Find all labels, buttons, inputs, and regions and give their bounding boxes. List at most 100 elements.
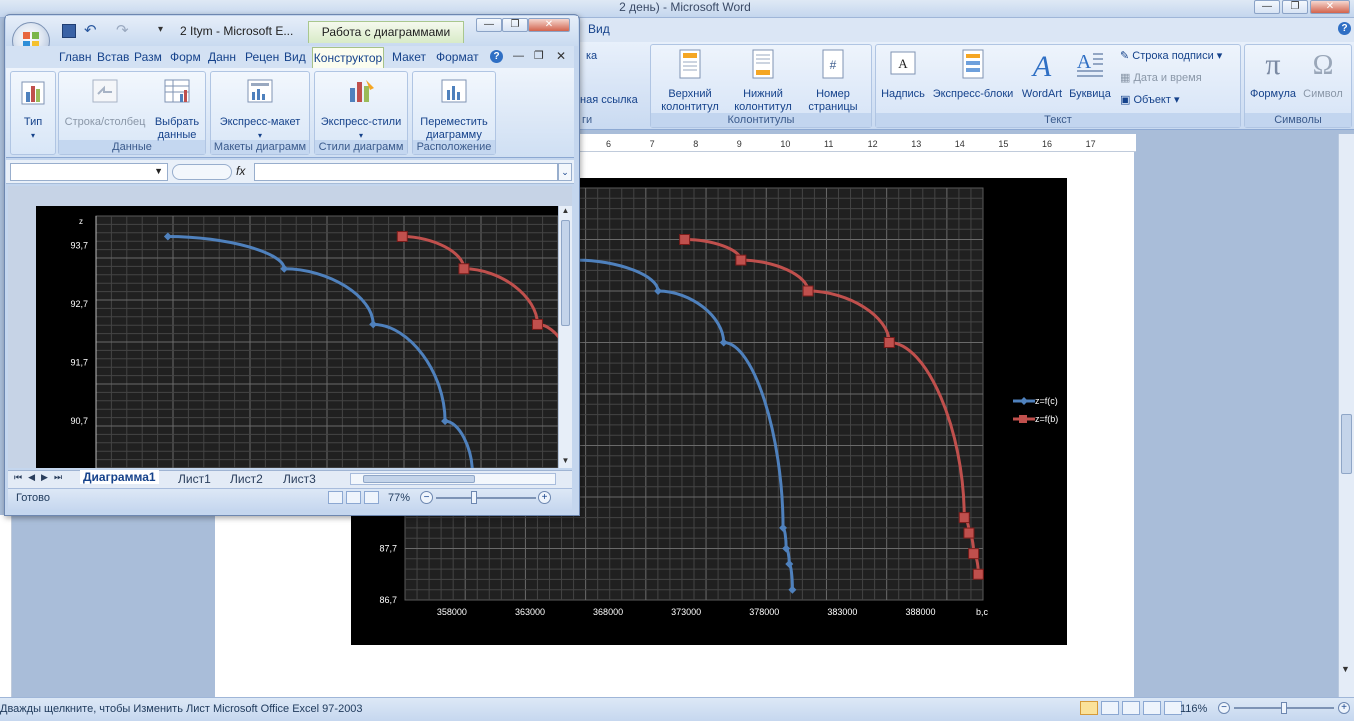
sheet-tab-chart1[interactable]: Диаграмма1	[80, 470, 159, 484]
sheet-tab-list2[interactable]: Лист2	[230, 472, 263, 486]
signature-line-button[interactable]: ✎ Строка подписи ▾	[1120, 49, 1222, 62]
select-data-button[interactable]: Выбрать данные	[150, 76, 204, 142]
excel-scroll-up-icon[interactable]: ▲	[559, 206, 572, 215]
workbook-restore-icon[interactable]: ❐	[534, 49, 544, 62]
move-chart-button[interactable]: Переместить диаграмму	[414, 76, 494, 142]
dropcap-button[interactable]: A Буквица	[1066, 48, 1114, 101]
word-zoom-level[interactable]: 116%	[1180, 703, 1207, 715]
word-window-title: 2 день) - Microsoft Word	[619, 0, 751, 14]
excel-help-icon[interactable]: ?	[490, 50, 503, 63]
excel-zoom-thumb[interactable]	[471, 491, 477, 504]
word-help-icon[interactable]: ?	[1338, 22, 1351, 35]
tab-page-layout[interactable]: Разм	[134, 50, 162, 64]
word-vertical-scrollbar[interactable]: ▼	[1338, 134, 1354, 697]
redo-icon[interactable]: ↷	[116, 21, 129, 39]
ruler-tick-label: 15	[998, 139, 1009, 149]
workbook-close-icon[interactable]: ✕	[556, 49, 566, 63]
word-maximize-button[interactable]: ❐	[1282, 0, 1308, 14]
tab-view[interactable]: Вид	[284, 50, 306, 64]
excel-close-button[interactable]: ✕	[528, 18, 570, 32]
save-icon[interactable]	[62, 24, 76, 38]
excel-hscroll-thumb[interactable]	[363, 475, 475, 483]
footer-icon	[752, 49, 774, 79]
tab-format[interactable]: Формат	[436, 50, 479, 64]
word-close-button[interactable]: ✕	[1310, 0, 1350, 14]
excel-zoom-out-icon[interactable]: −	[420, 491, 433, 504]
word-minimize-button[interactable]: —	[1254, 0, 1280, 14]
data-point-square	[972, 568, 984, 580]
symbol-button[interactable]: Ω Символ	[1300, 48, 1346, 101]
name-box-dropdown-icon[interactable]: ▼	[154, 166, 163, 176]
page-number-button[interactable]: # Номер страницы	[802, 48, 864, 114]
print-layout-view-icon[interactable]	[1080, 701, 1098, 715]
outline-view-icon[interactable]	[1143, 701, 1162, 715]
horizontal-ruler[interactable]	[580, 134, 1136, 152]
tab-formulas[interactable]: Форм	[170, 50, 201, 64]
web-layout-view-icon[interactable]	[1122, 701, 1141, 715]
quick-layout-button[interactable]: Экспресс-макет ▾	[212, 76, 308, 142]
zoom-in-icon[interactable]: +	[1338, 702, 1350, 714]
formula-bar-splitter[interactable]	[172, 164, 232, 180]
ruler-tick-label: 10	[780, 139, 791, 149]
quick-styles-button[interactable]: Экспресс-стили ▾	[316, 76, 406, 142]
quick-parts-button-label: Экспресс-блоки	[932, 88, 1014, 100]
textbox-button[interactable]: A Надпись	[878, 48, 928, 101]
tab-insert[interactable]: Встав	[97, 50, 129, 64]
excel-chart[interactable]: z 93,7 92,7 91,7 90,7	[36, 206, 558, 468]
page-layout-view-icon[interactable]	[346, 491, 362, 504]
tab-design[interactable]: Конструктор	[312, 47, 384, 69]
sheet-tab-list3[interactable]: Лист3	[283, 472, 316, 486]
word-scroll-thumb[interactable]	[1341, 414, 1352, 474]
page-break-view-icon[interactable]	[364, 491, 380, 504]
expand-formula-bar-icon[interactable]: ⌄	[558, 163, 572, 181]
change-chart-type-button[interactable]: Тип ▾	[12, 76, 54, 142]
change-chart-type-label: Тип	[23, 116, 43, 128]
name-box[interactable]: ▼	[10, 163, 168, 181]
excel-vertical-scrollbar[interactable]: ▲ ▼	[558, 206, 572, 468]
insert-function-icon[interactable]: fx	[236, 164, 245, 178]
excel-zoom-in-icon[interactable]: +	[538, 491, 551, 504]
excel-scroll-down-icon[interactable]: ▼	[559, 456, 572, 465]
header-icon	[679, 49, 701, 79]
word-tab-view[interactable]: Вид	[588, 22, 610, 36]
excel-horizontal-scrollbar[interactable]	[350, 473, 556, 485]
scroll-down-arrow-icon[interactable]: ▼	[1341, 664, 1350, 674]
ribbon-minimize-icon[interactable]: —	[513, 50, 524, 62]
excel-zoom-level[interactable]: 77%	[388, 492, 410, 504]
normal-view-icon[interactable]	[328, 491, 343, 504]
y-tick-label: 91,7	[70, 358, 88, 368]
date-time-button[interactable]: ▦ Дата и время	[1120, 71, 1202, 84]
move-chart-icon	[441, 79, 467, 103]
pi-icon: π	[1265, 48, 1280, 81]
quick-access-dropdown-icon[interactable]: ▾	[158, 24, 163, 35]
wordart-button[interactable]: A WordArt	[1018, 48, 1066, 101]
x-tick-label: 378000	[749, 607, 779, 617]
zoom-out-icon[interactable]: −	[1218, 702, 1230, 714]
zoom-slider-thumb[interactable]	[1281, 702, 1287, 714]
sheet-tab-list1[interactable]: Лист1	[178, 472, 211, 486]
header-button-label: Верхний колонтитул	[661, 88, 719, 113]
tab-data[interactable]: Данн	[208, 50, 236, 64]
chart-type-icon	[21, 81, 45, 105]
tab-review[interactable]: Рецен	[245, 50, 279, 64]
formula-input[interactable]	[254, 163, 558, 181]
excel-scroll-thumb[interactable]	[561, 220, 570, 326]
equation-button[interactable]: π Формула	[1248, 48, 1298, 101]
header-button[interactable]: Верхний колонтитул	[660, 48, 720, 114]
word-ribbon-tabs	[580, 18, 1354, 42]
quick-parts-button[interactable]: Экспресс-блоки	[930, 48, 1016, 101]
tab-home[interactable]: Главн	[59, 50, 92, 64]
word-partial-link[interactable]: ная ссылка	[580, 94, 638, 106]
full-screen-view-icon[interactable]	[1101, 701, 1120, 715]
excel-minimize-button[interactable]: —	[476, 18, 502, 32]
ruler-tick-label: 9	[736, 139, 742, 149]
excel-zoom-slider[interactable]	[436, 497, 536, 499]
undo-icon[interactable]: ↶	[84, 21, 97, 39]
data-point-square	[958, 512, 970, 524]
switch-row-column-button[interactable]: Строка/столбец	[60, 76, 150, 129]
tab-layout[interactable]: Макет	[392, 50, 426, 64]
sheet-nav-arrows-icon[interactable]: ⏮◀▶⏭	[14, 472, 68, 483]
footer-button[interactable]: Нижний колонтитул	[730, 48, 796, 114]
excel-restore-button[interactable]: ❐	[502, 18, 528, 32]
object-button[interactable]: ▣ Объект ▾	[1120, 93, 1180, 106]
